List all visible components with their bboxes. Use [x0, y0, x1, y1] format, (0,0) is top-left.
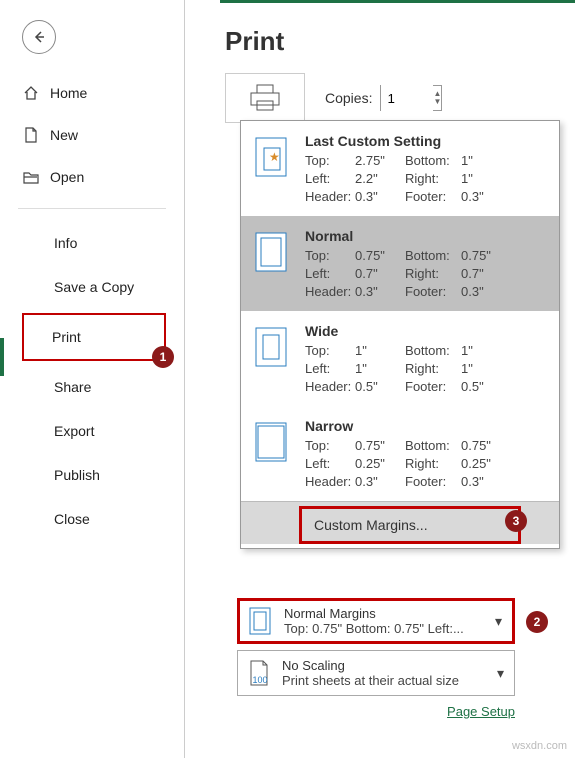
margin-preview-icon — [255, 422, 287, 462]
annotation-badge-1: 1 — [152, 346, 174, 368]
margins-title: Normal Margins — [284, 606, 485, 621]
scaling-setting-row[interactable]: 100 No Scaling Print sheets at their act… — [237, 650, 515, 696]
sidebar-label: Home — [50, 85, 87, 101]
margin-preview-icon — [255, 232, 287, 272]
sidebar-item-close[interactable]: Close — [0, 497, 184, 541]
margin-option-title: Normal — [305, 228, 549, 244]
sidebar-item-save-a-copy[interactable]: Save a Copy — [0, 265, 184, 309]
chevron-down-icon: ▾ — [495, 613, 502, 630]
svg-text:★: ★ — [269, 150, 280, 164]
sidebar-item-new[interactable]: New — [18, 114, 184, 156]
backstage-sidebar: Home New Open Info Save a Copy Print Sha… — [0, 0, 185, 758]
chevron-down-icon[interactable]: ▼ — [433, 98, 441, 106]
back-arrow-icon — [31, 29, 47, 45]
hundred-label: 100 — [252, 675, 267, 685]
margin-option-title: Last Custom Setting — [305, 133, 549, 149]
margins-detail: Top: 0.75" Bottom: 0.75" Left:... — [284, 621, 485, 636]
margin-option-narrow[interactable]: Narrow Top:0.75"Bottom:0.75" Left:0.25"R… — [241, 406, 559, 501]
print-button[interactable] — [225, 73, 305, 123]
scaling-detail: Print sheets at their actual size — [282, 673, 487, 688]
page-setup-link[interactable]: Page Setup — [195, 704, 515, 719]
printer-icon — [248, 83, 282, 113]
chevron-down-icon: ▾ — [497, 665, 504, 682]
back-button[interactable] — [22, 20, 56, 54]
copies-label: Copies: — [325, 90, 372, 106]
margin-option-title: Wide — [305, 323, 549, 339]
margin-preview-icon — [255, 327, 287, 367]
sidebar-item-print[interactable]: Print — [22, 313, 166, 361]
margins-setting-row[interactable]: Normal Margins Top: 0.75" Bottom: 0.75" … — [237, 598, 515, 644]
scaling-title: No Scaling — [282, 658, 487, 673]
sidebar-item-info[interactable]: Info — [0, 221, 184, 265]
sidebar-item-home[interactable]: Home — [18, 72, 184, 114]
margin-preview-icon: ★ — [255, 137, 287, 177]
open-folder-icon — [22, 168, 40, 186]
custom-margins-item[interactable]: Custom Margins... 3 — [241, 501, 559, 544]
page-title: Print — [225, 26, 563, 57]
sidebar-item-open[interactable]: Open — [18, 156, 184, 198]
sidebar-label: Open — [50, 169, 84, 185]
copies-input[interactable] — [381, 85, 433, 111]
watermark: wsxdn.com — [512, 740, 567, 752]
sidebar-item-publish[interactable]: Publish — [0, 453, 184, 497]
margin-option-title: Narrow — [305, 418, 549, 434]
home-icon — [22, 84, 40, 102]
annotation-badge-2: 2 — [526, 611, 548, 633]
margin-option-last-custom[interactable]: ★ Last Custom Setting Top:2.75"Bottom:1"… — [241, 121, 559, 216]
new-document-icon — [22, 126, 40, 144]
margin-option-normal[interactable]: Normal Top:0.75"Bottom:0.75" Left:0.7"Ri… — [241, 216, 559, 311]
sidebar-item-export[interactable]: Export — [0, 409, 184, 453]
margins-icon — [249, 607, 271, 635]
sidebar-label: New — [50, 127, 78, 143]
sidebar-item-share[interactable]: Share — [0, 365, 184, 409]
custom-margins-label: Custom Margins... — [314, 517, 428, 533]
margins-dropdown: ★ Last Custom Setting Top:2.75"Bottom:1"… — [240, 120, 560, 549]
copies-spinner[interactable]: ▲ ▼ — [433, 90, 441, 106]
margin-option-wide[interactable]: Wide Top:1"Bottom:1" Left:1"Right:1" Hea… — [241, 311, 559, 406]
annotation-badge-3: 3 — [505, 510, 527, 532]
